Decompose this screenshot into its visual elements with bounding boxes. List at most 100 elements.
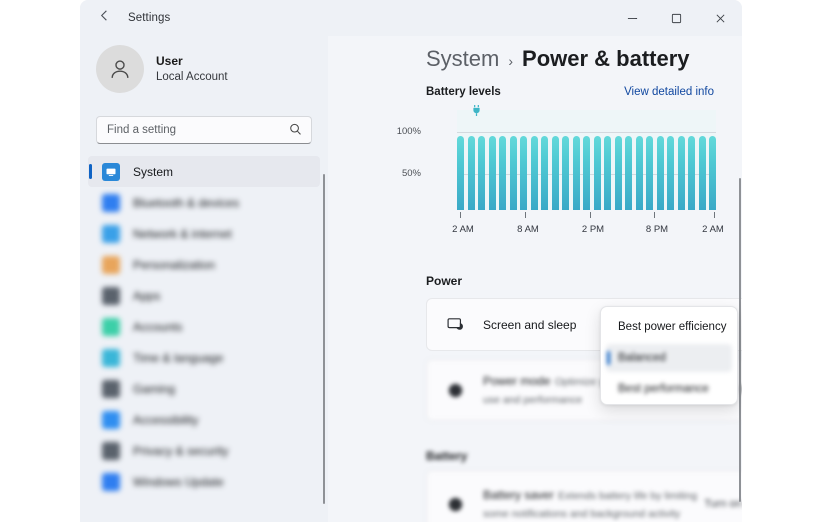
profile-section[interactable]: User Local Account bbox=[96, 45, 228, 93]
clock-icon bbox=[102, 348, 120, 367]
sidebar-item-time-language[interactable]: Time & language bbox=[88, 342, 320, 373]
title-bar: Settings bbox=[80, 0, 742, 36]
avatar bbox=[96, 45, 144, 93]
sidebar-item-privacy-security[interactable]: Privacy & security bbox=[88, 435, 320, 466]
x-tick-0 bbox=[460, 212, 461, 218]
battery-levels-title: Battery levels bbox=[426, 86, 501, 98]
profile-text: User Local Account bbox=[156, 54, 228, 85]
x-tick-label-0: 2 AM bbox=[452, 224, 474, 235]
chart-bar bbox=[614, 136, 622, 210]
x-tick-3 bbox=[654, 212, 655, 218]
close-button[interactable] bbox=[698, 0, 742, 36]
battery-saver-value: Turn on now bbox=[704, 498, 742, 510]
sidebar-item-label: Bluetooth & devices bbox=[133, 195, 240, 210]
profile-name: User bbox=[156, 53, 183, 68]
battery-saver-card[interactable]: Battery saver Extends battery life by li… bbox=[426, 470, 742, 522]
sidebar-item-network-internet[interactable]: Network & internet bbox=[88, 218, 320, 249]
sidebar-item-accessibility[interactable]: Accessibility bbox=[88, 404, 320, 435]
sidebar-item-label: Privacy & security bbox=[133, 443, 229, 458]
chart-bar bbox=[551, 136, 559, 210]
breadcrumb: System › Power & battery bbox=[426, 46, 690, 72]
chart-bar bbox=[667, 136, 675, 210]
y-tick-50: 50% bbox=[401, 168, 421, 179]
chart-bars bbox=[457, 127, 717, 210]
sidebar-item-apps[interactable]: Apps bbox=[88, 280, 320, 311]
chart-bar bbox=[488, 136, 496, 210]
chart-bar bbox=[541, 136, 549, 210]
search-input[interactable]: Find a setting bbox=[96, 116, 312, 144]
bluetooth-icon bbox=[102, 193, 120, 212]
sidebar-item-bluetooth-devices[interactable]: Bluetooth & devices bbox=[88, 187, 320, 218]
account-icon bbox=[102, 317, 120, 336]
sidebar-item-windows-update[interactable]: Windows Update bbox=[88, 466, 320, 497]
apps-icon bbox=[102, 286, 120, 305]
sidebar-item-system[interactable]: System bbox=[88, 156, 320, 187]
gaming-icon bbox=[102, 379, 120, 398]
sidebar-item-accounts[interactable]: Accounts bbox=[88, 311, 320, 342]
battery-saver-icon bbox=[443, 495, 467, 514]
main-content: System › Power & battery Battery levels … bbox=[328, 36, 742, 522]
battery-saver-row: Battery saver Extends battery life by li… bbox=[427, 471, 742, 522]
window-controls bbox=[610, 0, 742, 36]
chart-bar bbox=[520, 136, 528, 210]
sidebar-item-label: Accessibility bbox=[133, 412, 199, 427]
view-detailed-info-link[interactable]: View detailed info bbox=[624, 86, 714, 98]
battery-saver-text: Battery saver Extends battery life by li… bbox=[483, 486, 704, 522]
settings-window: Settings User Local Account Find a setti… bbox=[80, 0, 742, 522]
sidebar-item-personalization[interactable]: Personalization bbox=[88, 249, 320, 280]
chart-bar bbox=[688, 136, 696, 210]
page-title: Power & battery bbox=[522, 46, 690, 71]
plug-charging-icon bbox=[471, 104, 482, 122]
globe-icon bbox=[102, 224, 120, 243]
chart-bar bbox=[478, 136, 486, 210]
brush-icon bbox=[102, 255, 120, 274]
profile-subtitle: Local Account bbox=[156, 70, 228, 83]
sidebar-item-label: Apps bbox=[133, 288, 161, 303]
chart-bar bbox=[572, 136, 580, 210]
battery-heading: Battery bbox=[426, 449, 468, 463]
dropdown-option-best-power-efficiency[interactable]: Best power efficiency bbox=[606, 313, 732, 341]
sidebar-item-label: Accounts bbox=[133, 319, 183, 334]
main-scrollbar[interactable] bbox=[739, 178, 741, 502]
sidebar-item-gaming[interactable]: Gaming bbox=[88, 373, 320, 404]
x-tick-2 bbox=[590, 212, 591, 218]
screen-and-sleep-title: Screen and sleep bbox=[483, 317, 577, 332]
chart-bar bbox=[646, 136, 654, 210]
sidebar-item-label: System bbox=[133, 164, 174, 179]
maximize-button[interactable] bbox=[654, 0, 698, 36]
power-mode-icon bbox=[443, 381, 467, 400]
shield-icon bbox=[102, 441, 120, 460]
chart-bar bbox=[509, 136, 517, 210]
search-icon bbox=[288, 122, 303, 142]
chart-bar bbox=[499, 136, 507, 210]
minimize-button[interactable] bbox=[610, 0, 654, 36]
chart-bar bbox=[530, 136, 538, 210]
chart-bar bbox=[583, 136, 591, 210]
chart-bar bbox=[562, 136, 570, 210]
accessibility-icon bbox=[102, 410, 120, 429]
search-placeholder: Find a setting bbox=[107, 124, 177, 136]
dropdown-option-best-performance[interactable]: Best performance bbox=[606, 375, 732, 403]
sidebar: User Local Account Find a setting System… bbox=[80, 36, 328, 522]
y-tick-100: 100% bbox=[396, 126, 421, 137]
chart-bar bbox=[709, 136, 717, 210]
battery-saver-title: Battery saver bbox=[483, 488, 554, 502]
x-tick-label-1: 8 AM bbox=[517, 224, 539, 235]
breadcrumb-parent[interactable]: System bbox=[426, 46, 499, 72]
sidebar-item-label: Network & internet bbox=[133, 226, 232, 241]
sidebar-scrollbar[interactable] bbox=[323, 174, 325, 504]
window-title: Settings bbox=[128, 12, 171, 24]
chart-bar bbox=[593, 136, 601, 210]
back-arrow-icon bbox=[97, 8, 112, 28]
chart-bar bbox=[698, 136, 706, 210]
monitor-moon-icon bbox=[443, 315, 467, 334]
monitor-icon bbox=[102, 162, 120, 181]
chart-bar bbox=[604, 136, 612, 210]
screenshot-root: Settings User Local Account Find a setti… bbox=[0, 0, 822, 522]
sidebar-item-label: Gaming bbox=[133, 381, 176, 396]
dropdown-option-balanced[interactable]: Balanced bbox=[606, 344, 732, 372]
page-margin-left bbox=[0, 0, 80, 522]
page-margin-right bbox=[742, 0, 822, 522]
back-button[interactable] bbox=[88, 4, 120, 32]
chart-bar bbox=[635, 136, 643, 210]
